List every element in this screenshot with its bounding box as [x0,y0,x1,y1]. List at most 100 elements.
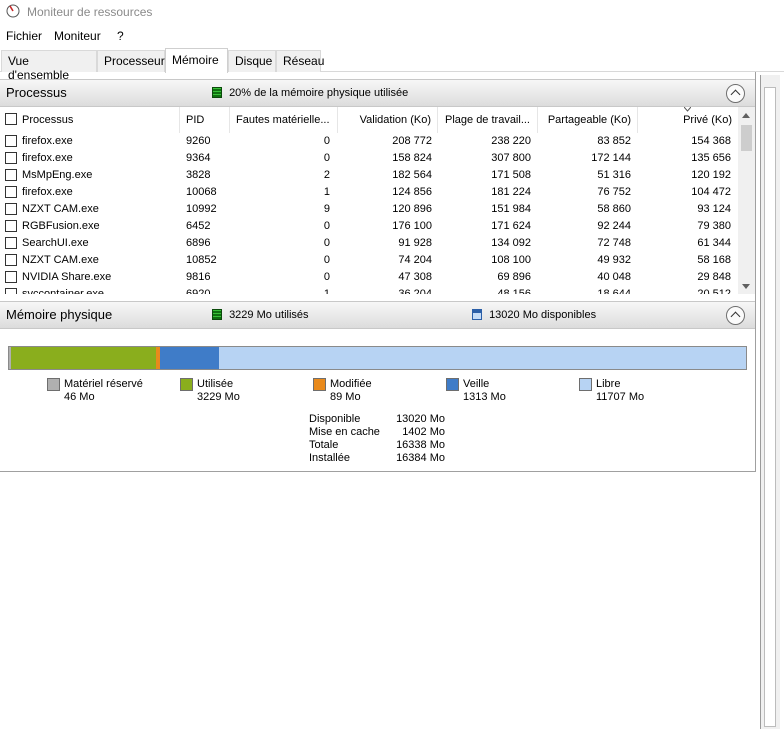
cell-working-set: 171 624 [491,220,531,232]
row-checkbox[interactable] [5,152,17,164]
cell-process-name: firefox.exe [22,152,73,164]
processes-table-scrollbar[interactable] [738,107,755,294]
tab-network[interactable]: Réseau [276,50,324,72]
stat-value: 13020 Mo [396,413,445,425]
cell-working-set: 307 800 [491,152,531,164]
cell-process-name: NZXT CAM.exe [22,203,99,215]
cell-hard-faults: 0 [323,271,330,283]
physical-memory-section-title: Mémoire physique [6,307,113,322]
cell-shareable: 76 752 [597,186,631,198]
row-checkbox[interactable] [5,237,17,249]
cell-commit: 208 772 [392,135,432,147]
memory-usage-summary-text: 20% de la mémoire physique utilisée [229,87,409,99]
cell-private: 135 656 [691,152,731,164]
collapse-physical-memory-button[interactable] [726,306,745,325]
cell-pid: 9364 [186,152,211,164]
row-checkbox[interactable] [5,169,17,181]
cell-hard-faults: 0 [323,152,330,164]
stat-value: 1402 Mo [402,426,445,438]
column-header-pid[interactable]: PID [180,107,230,133]
table-row[interactable]: NZXT CAM.exe 10852 0 74 204 108 100 49 932 58 … [0,252,738,269]
cell-process-name: NVIDIA Share.exe [22,271,112,283]
scrollbar-thumb[interactable] [741,125,752,151]
table-row[interactable]: firefox.exe 9364 0 158 824 307 800 172 144 135… [0,150,738,167]
cell-working-set: 181 224 [491,186,531,198]
cell-private: 93 124 [697,203,731,215]
row-checkbox[interactable] [5,271,17,283]
legend-value-in_use: 3229 Mo [197,391,240,403]
cell-shareable: 83 852 [597,135,631,147]
column-header-hard-faults[interactable]: Fautes matérielle... [230,107,338,133]
menu-moniteur[interactable]: Moniteur [54,29,101,43]
cell-pid: 6896 [186,237,211,249]
row-checkbox[interactable] [5,288,17,294]
table-row[interactable]: svccontainer.exe 6920 1 36 204 48 156 18 644 2… [0,286,738,294]
legend-swatch-modified [313,378,326,391]
cell-private: 79 380 [697,220,731,232]
cell-process-name: MsMpEng.exe [22,169,93,181]
cell-working-set: 171 508 [491,169,531,181]
row-checkbox[interactable] [5,186,17,198]
menu-fichier[interactable]: Fichier [6,29,42,43]
row-checkbox[interactable] [5,254,17,266]
row-checkbox[interactable] [5,203,17,215]
memory-used-text: 3229 Mo utilisés [229,309,309,321]
table-row[interactable]: RGBFusion.exe 6452 0 176 100 171 624 92 244 79… [0,218,738,235]
cell-private: 20 512 [697,288,731,294]
menu-help[interactable]: ? [117,29,124,43]
scroll-down-arrow-icon[interactable] [742,284,750,289]
column-header-commit[interactable]: Validation (Ko) [338,107,438,133]
table-row[interactable]: firefox.exe 9260 0 208 772 238 220 83 852 154 … [0,133,738,150]
table-row[interactable]: NZXT CAM.exe 10992 9 120 896 151 984 58 860 93… [0,201,738,218]
cell-commit: 47 308 [398,271,432,283]
cell-pid: 9260 [186,135,211,147]
stat-label: Installée [309,452,350,464]
table-row[interactable]: SearchUI.exe 6896 0 91 928 134 092 72 748 61 3… [0,235,738,252]
window-scrollbar[interactable] [760,75,780,729]
tab-cpu[interactable]: Processeur [97,50,165,72]
column-header-working-set[interactable]: Plage de travail... [438,107,538,133]
stat-row: Installée 16384 Mo [309,452,449,465]
tab-memory[interactable]: Mémoire [165,48,228,73]
cell-process-name: firefox.exe [22,135,73,147]
sort-descending-icon [684,107,691,112]
stat-row: Mise en cache 1402 Mo [309,426,449,439]
cell-shareable: 51 316 [597,169,631,181]
legend-swatch-in_use [180,378,193,391]
stat-value: 16338 Mo [396,439,445,451]
stat-label: Totale [309,439,339,451]
collapse-processes-button[interactable] [726,84,745,103]
tab-overview[interactable]: Vue d'ensemble [1,50,97,82]
row-checkbox[interactable] [5,220,17,232]
stat-label: Disponible [309,413,361,425]
physical-memory-section-header[interactable]: Mémoire physique 3229 Mo utilisés 13020 … [0,301,755,329]
scroll-up-arrow-icon[interactable] [742,113,750,118]
table-row[interactable]: NVIDIA Share.exe 9816 0 47 308 69 896 40 048 2… [0,269,738,286]
cell-pid: 3828 [186,169,211,181]
memory-available-indicator-icon [472,309,482,320]
cell-working-set: 69 896 [497,271,531,283]
processes-section-header[interactable]: Processus 20% de la mémoire physique uti… [0,79,755,107]
cell-pid: 6452 [186,220,211,232]
cell-commit: 120 896 [392,203,432,215]
column-header-shareable[interactable]: Partageable (Ko) [538,107,638,133]
cell-private: 58 168 [697,254,731,266]
cell-pid: 10852 [186,254,217,266]
stat-value: 16384 Mo [396,452,445,464]
memory-usage-indicator-icon [212,87,222,98]
select-all-checkbox[interactable] [5,113,17,125]
cell-commit: 124 856 [392,186,432,198]
tab-strip: Vue d'ensemble Processeur Mémoire Disque… [0,48,784,82]
table-row[interactable]: MsMpEng.exe 3828 2 182 564 171 508 51 316 120 … [0,167,738,184]
cell-hard-faults: 1 [323,288,330,294]
row-checkbox[interactable] [5,135,17,147]
cell-working-set: 134 092 [491,237,531,249]
cell-commit: 158 824 [392,152,432,164]
tab-disk[interactable]: Disque [228,50,276,72]
menu-bar: Fichier Moniteur ? [0,26,784,46]
window-scrollbar-track[interactable] [764,87,776,727]
cell-shareable: 172 144 [591,152,631,164]
table-row[interactable]: firefox.exe 10068 1 124 856 181 224 76 752 104… [0,184,738,201]
cell-shareable: 92 244 [597,220,631,232]
column-header-process[interactable]: Processus [22,107,180,133]
